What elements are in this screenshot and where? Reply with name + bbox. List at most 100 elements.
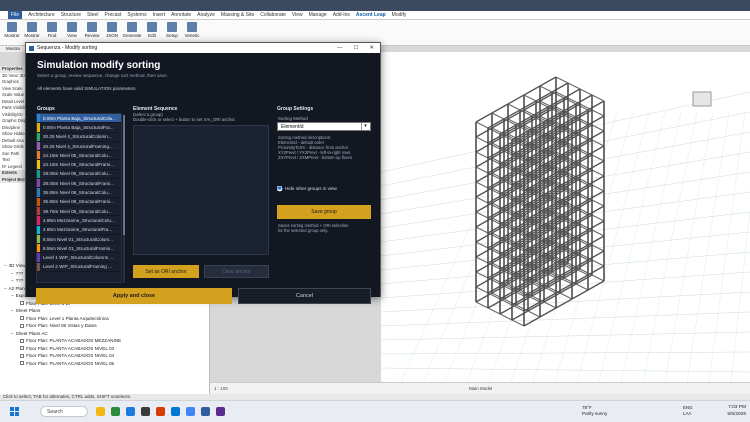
- ribbon-tab[interactable]: Systems: [127, 12, 146, 18]
- ribbon-tab[interactable]: Add-Ins: [333, 12, 350, 18]
- expand-icon[interactable]: –: [11, 271, 14, 276]
- chat-icon[interactable]: [111, 407, 120, 416]
- close-icon[interactable]: ✕: [369, 45, 374, 51]
- vscode-icon[interactable]: [171, 407, 180, 416]
- ribbon-tab[interactable]: Annotate: [171, 12, 191, 18]
- group-list-item[interactable]: 0.00m Planta Baja_StructuralFra...: [37, 123, 121, 133]
- group-list-item[interactable]: 0.00m Planta Baja_StructuralColu...: [37, 114, 121, 124]
- browser-item[interactable]: – Sheet Plans AC: [0, 330, 209, 338]
- ribbon-tab[interactable]: Massing & Site: [221, 12, 254, 18]
- expand-icon[interactable]: –: [4, 263, 7, 268]
- office-icon[interactable]: [156, 407, 165, 416]
- file-explorer-icon[interactable]: [96, 407, 105, 416]
- apply-and-close-button[interactable]: Apply and close: [36, 288, 232, 304]
- group-list-item[interactable]: 28.05m Nivel 06_StructuralColu...: [37, 169, 121, 180]
- group-list-item[interactable]: 20.25 Nivel 4_StructuralFraming...: [37, 141, 121, 152]
- ribbon-button[interactable]: Edit: [144, 22, 160, 43]
- clock[interactable]: 7:03 PM 5/5/2026: [727, 404, 746, 418]
- ribbon-tab[interactable]: Steel: [87, 12, 98, 18]
- ribbon-tab[interactable]: Modify: [392, 12, 407, 18]
- ribbon-button[interactable]: Venetic: [184, 22, 200, 43]
- groups-scrollbar[interactable]: [123, 115, 125, 283]
- group-list-item[interactable]: 39.75m Nivel 09_StructuralColu...: [37, 206, 121, 217]
- model-line: [381, 367, 750, 373]
- ribbon-button[interactable]: View: [64, 22, 80, 43]
- ribbon-button[interactable]: Mostrar: [4, 22, 20, 43]
- group-list-item[interactable]: 8.55m Nivel 01_StructuralFramin...: [37, 244, 121, 254]
- 3d-viewport[interactable]: [381, 52, 750, 382]
- browser-item[interactable]: Floor Plan: PLANTA ACABADOS NIVEL 03: [0, 345, 209, 353]
- ribbon-tab[interactable]: Collaborate: [260, 12, 286, 18]
- ribbon-button[interactable]: Mostrar: [24, 22, 40, 43]
- view-scale[interactable]: 1 : 100: [214, 386, 228, 391]
- ribbon-tab[interactable]: Architecture: [28, 12, 55, 18]
- browser-item[interactable]: Floor Plan: PLANTA ACABADOS NIVEL 05: [0, 360, 209, 368]
- windows-start-icon[interactable]: [10, 407, 19, 416]
- sorting-method-select[interactable]: ElementId ▾: [277, 122, 371, 131]
- group-list-item[interactable]: Level 1 WIP_StructuralColumns ...: [37, 253, 121, 263]
- ribbon-tab[interactable]: Insert: [153, 12, 166, 18]
- checkbox-checked-icon[interactable]: [277, 186, 282, 191]
- weather-widget[interactable]: 78°F Partly sunny: [582, 405, 607, 417]
- ribbon-tab[interactable]: Structure: [61, 12, 81, 18]
- clock-date: 5/5/2026: [727, 412, 746, 417]
- group-list-item[interactable]: 24.15m Nivel 05_StructuralColu...: [37, 151, 121, 161]
- save-note-line: for the selected group only.: [278, 228, 329, 234]
- app-icon[interactable]: [216, 407, 225, 416]
- ribbon-button[interactable]: Setup: [164, 22, 180, 43]
- save-group-button[interactable]: Save group: [277, 205, 371, 219]
- group-list-item[interactable]: 35.85m Nivel 08_StructuralFrami...: [37, 197, 121, 207]
- ribbon-button-label: Setup: [166, 33, 178, 38]
- clear-anchor-button[interactable]: Clear anchor: [204, 265, 269, 278]
- browser-item[interactable]: Floor Plan: Nivel 08 Vistas y Datos: [0, 322, 209, 330]
- dialog-window-title: Sequenza - Modify sorting: [37, 45, 98, 51]
- browser-item[interactable]: Floor Plan: Level 1 Planta Arquitectónic…: [0, 315, 209, 323]
- terminal-icon[interactable]: [141, 407, 150, 416]
- group-list-item[interactable]: 28.05m Nivel 06_StructuralFrami...: [37, 179, 121, 189]
- group-list-item[interactable]: 35.85m Nivel 08_StructuralColu...: [37, 188, 121, 198]
- edge-icon[interactable]: [126, 407, 135, 416]
- browser-item[interactable]: Floor Plan: PLANTA ACABADOS MEZZANINE: [0, 337, 209, 345]
- element-sequence-list[interactable]: [133, 125, 269, 255]
- hide-other-groups-checkbox[interactable]: Hide other groups in view: [277, 186, 337, 191]
- view-icon: [20, 361, 24, 366]
- expand-icon[interactable]: –: [11, 278, 14, 283]
- ribbon-tab[interactable]: File: [8, 11, 23, 19]
- group-list-item[interactable]: 8.55m Nivel 01_StructuralColum...: [37, 234, 121, 245]
- ribbon-button[interactable]: Generate: [123, 22, 141, 43]
- group-list-item[interactable]: 24.15m Nivel 05_StructuralFrami...: [37, 160, 121, 170]
- expand-icon[interactable]: –: [4, 286, 7, 291]
- cancel-button[interactable]: Cancel: [238, 288, 371, 304]
- ribbon-button[interactable]: Find: [44, 22, 60, 43]
- minimize-icon[interactable]: —: [337, 45, 343, 51]
- ribbon-tab[interactable]: Ascent Leap: [356, 12, 386, 18]
- dialog-heading: Simulation modify sorting: [37, 60, 161, 71]
- view-cube-icon[interactable]: [692, 91, 712, 107]
- expand-icon[interactable]: –: [11, 308, 14, 313]
- taskbar-search-input[interactable]: Search: [40, 406, 88, 417]
- group-list-item[interactable]: 4.85m Mezzanine_StructuralColu...: [37, 216, 121, 226]
- expand-icon[interactable]: –: [11, 293, 14, 298]
- language-indicator[interactable]: ENG LAA: [683, 405, 693, 416]
- maximize-icon[interactable]: ☐: [353, 45, 358, 51]
- chevron-down-icon[interactable]: ▾: [361, 123, 369, 130]
- groups-list[interactable]: 0.00m Planta Baja_StructuralColu... 0.00m…: [36, 113, 122, 283]
- ribbon-tab[interactable]: Manage: [309, 12, 327, 18]
- chrome-icon[interactable]: [186, 407, 195, 416]
- group-list-item[interactable]: 4.85m Mezzanine_StructuralFra...: [37, 225, 121, 235]
- group-list-item[interactable]: 20.25 Nivel 4_StructuralColumn...: [37, 132, 121, 142]
- ribbon-tab[interactable]: Precast: [104, 12, 121, 18]
- ribbon-tab[interactable]: View: [292, 12, 303, 18]
- browser-item[interactable]: Floor Plan: PLANTA ACABADOS NIVEL 04: [0, 352, 209, 360]
- expand-icon[interactable]: –: [11, 331, 14, 336]
- ribbon-button[interactable]: JSON: [104, 22, 120, 43]
- revit-icon[interactable]: [201, 407, 210, 416]
- ribbon-tab[interactable]: Analyze: [197, 12, 215, 18]
- browser-item[interactable]: – Sheet Plans: [0, 307, 209, 315]
- dialog-title-bar[interactable]: Sequenza - Modify sorting — ☐ ✕: [26, 43, 380, 53]
- dialog-subtitle: Select a group, review sequence, change …: [37, 73, 168, 78]
- group-list-item[interactable]: Level 2 WIP_StructuralFraming ...: [37, 262, 121, 273]
- ribbon-button[interactable]: Review: [84, 22, 100, 43]
- ribbon-button-label: Mostrar: [4, 33, 20, 38]
- set-origin-button[interactable]: Set as ORI anchor: [133, 265, 199, 278]
